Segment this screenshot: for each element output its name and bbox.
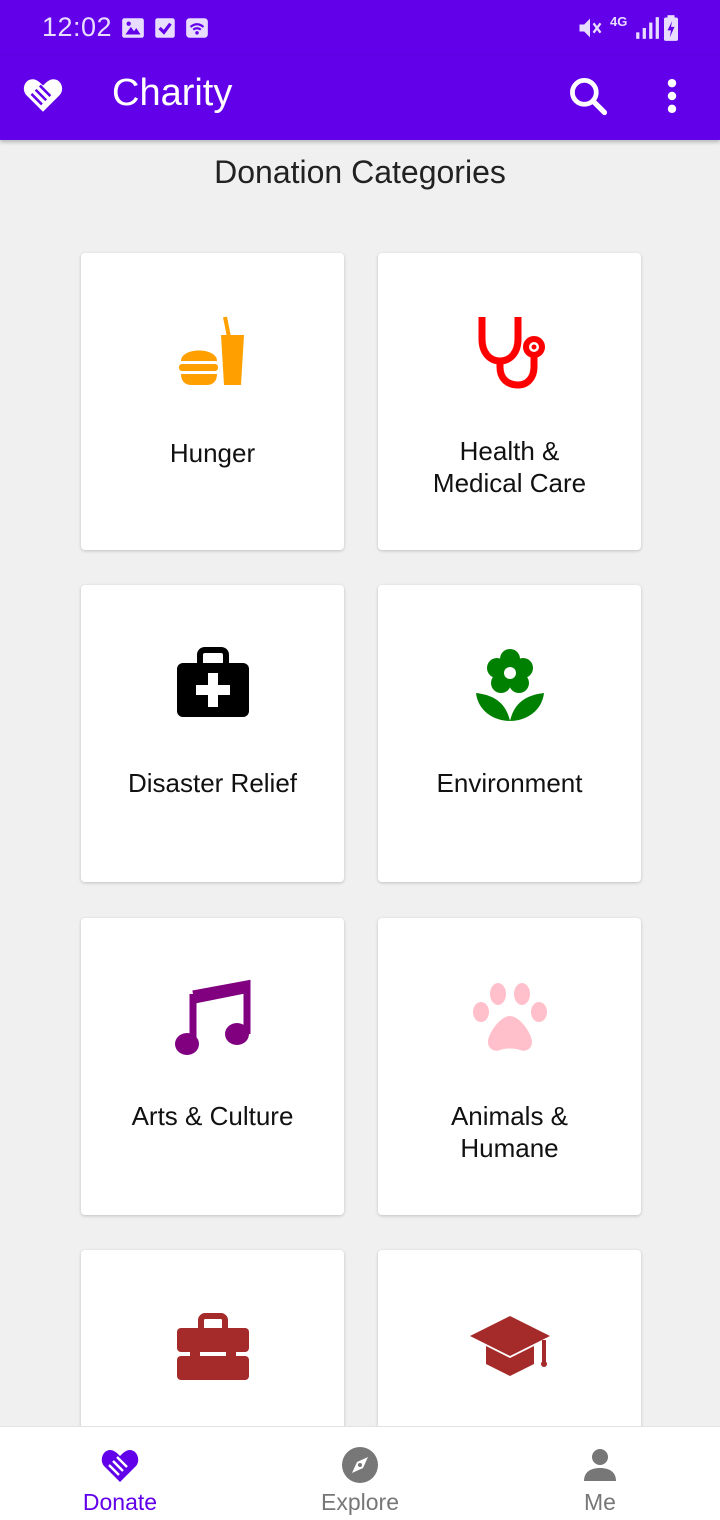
category-card-toolbox[interactable] (81, 1250, 344, 1426)
mute-icon (579, 18, 602, 38)
category-label: Health & Medical Care (432, 436, 587, 498)
status-bar: 12:02 4G (0, 0, 720, 56)
app-title: Charity (112, 72, 233, 114)
nav-label: Donate (82, 1489, 158, 1515)
categories-content: Donation Categories Hunger Health & Medi… (0, 140, 720, 1426)
task-notification-icon (155, 18, 175, 38)
hand-heart-icon (101, 1450, 139, 1482)
page-title: Donation Categories (214, 154, 506, 190)
category-label: Disaster Relief (127, 768, 298, 798)
category-card-environment[interactable]: Environment (378, 585, 641, 882)
signal-strength-icon (636, 17, 659, 39)
charity-app-screen: 12:02 4G Charity Donation Categories Hun… (0, 0, 720, 1520)
category-label: Hunger (169, 438, 256, 468)
hand-heart-icon (23, 79, 63, 112)
category-card-hunger[interactable]: Hunger (81, 253, 344, 550)
nav-label: Explore (321, 1489, 399, 1515)
stethoscope-icon (478, 317, 545, 389)
status-time: 12:02 (42, 12, 113, 42)
nav-item-explore[interactable]: Explore (240, 1427, 480, 1520)
more-options-icon[interactable] (650, 74, 694, 118)
bottom-navigation: Donate Explore Me (0, 1426, 720, 1520)
category-card-animals-humane[interactable]: Animals & Humane (378, 918, 641, 1215)
graduation-cap-icon (469, 1316, 550, 1376)
flower-icon (475, 649, 544, 721)
fastfood-icon (178, 316, 244, 385)
paw-icon (472, 983, 547, 1051)
nav-item-me[interactable]: Me (480, 1427, 720, 1520)
person-icon (584, 1449, 616, 1481)
medical-bag-icon (176, 647, 249, 717)
category-card-education[interactable] (378, 1250, 641, 1426)
category-label: Animals & Humane (450, 1101, 569, 1163)
music-note-icon (174, 979, 250, 1055)
toolbox-icon (176, 1313, 249, 1380)
app-bar: Charity (0, 56, 720, 140)
search-icon[interactable] (566, 74, 610, 118)
nav-label: Me (584, 1489, 616, 1515)
nav-item-donate[interactable]: Donate (0, 1427, 240, 1520)
category-card-health[interactable]: Health & Medical Care (378, 253, 641, 550)
gallery-notification-icon (122, 18, 144, 38)
network-type-label: 4G (610, 14, 628, 29)
category-card-disaster-relief[interactable]: Disaster Relief (81, 585, 344, 882)
compass-icon (342, 1447, 378, 1483)
category-label: Arts & Culture (131, 1101, 294, 1131)
wifi-notification-icon (186, 18, 208, 38)
category-label: Environment (436, 768, 583, 798)
category-card-arts-culture[interactable]: Arts & Culture (81, 918, 344, 1215)
battery-charging-icon (664, 15, 678, 41)
